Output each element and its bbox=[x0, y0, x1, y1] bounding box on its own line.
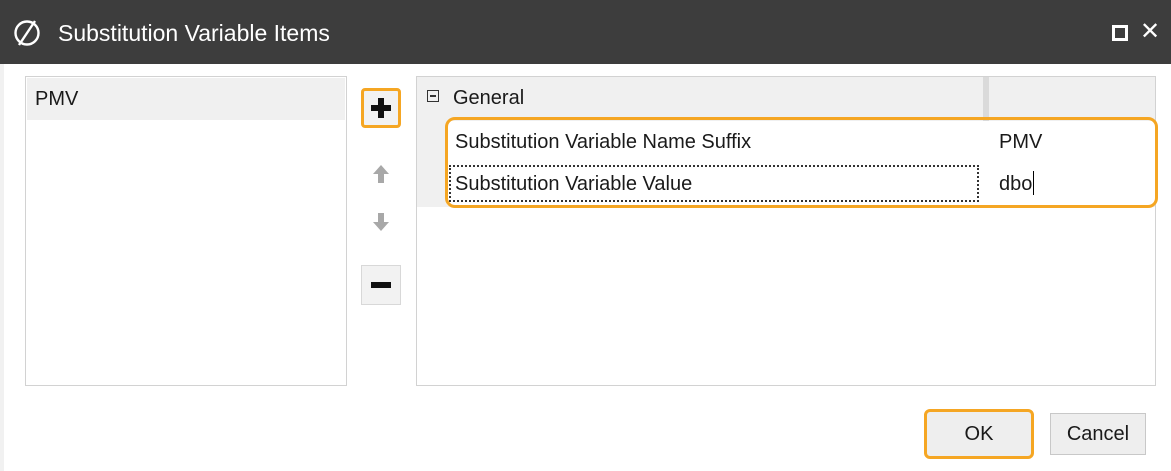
substitution-logo-icon bbox=[14, 20, 40, 46]
move-down-button[interactable] bbox=[361, 202, 401, 242]
list-item-pmv[interactable]: PMV bbox=[27, 78, 345, 120]
property-name: Substitution Variable Name Suffix bbox=[455, 131, 752, 153]
property-row-name-suffix[interactable]: Substitution Variable Name Suffix PMV bbox=[447, 121, 1155, 164]
group-row-general[interactable]: General bbox=[417, 77, 1155, 119]
property-name: Substitution Variable Value bbox=[455, 173, 693, 195]
close-icon: ✕ bbox=[1140, 18, 1161, 45]
add-button[interactable] bbox=[361, 88, 401, 128]
maximize-button[interactable] bbox=[1112, 25, 1128, 41]
maximize-icon bbox=[1112, 25, 1128, 41]
arrow-up-icon bbox=[373, 165, 389, 183]
ok-button[interactable]: OK bbox=[924, 409, 1034, 459]
property-value-editor[interactable]: dbo bbox=[999, 163, 1035, 205]
move-up-button[interactable] bbox=[361, 154, 401, 194]
group-label: General bbox=[453, 87, 525, 109]
window-title: Substitution Variable Items bbox=[58, 20, 330, 46]
plus-icon bbox=[371, 98, 391, 118]
window-edge bbox=[0, 64, 4, 471]
property-value-text: dbo bbox=[999, 173, 1033, 195]
cancel-button[interactable]: Cancel bbox=[1050, 413, 1146, 455]
variable-list[interactable]: PMV bbox=[25, 76, 347, 386]
property-grid[interactable]: General Substitution Variable Name Suffi… bbox=[416, 76, 1156, 386]
list-item-label: PMV bbox=[35, 88, 79, 110]
property-row-value[interactable]: Substitution Variable Value dbo bbox=[447, 163, 1155, 205]
close-button[interactable]: ✕ bbox=[1140, 20, 1160, 44]
remove-button[interactable] bbox=[361, 265, 401, 305]
minus-icon bbox=[371, 282, 391, 288]
title-bar: Substitution Variable Items ✕ bbox=[0, 0, 1171, 64]
collapse-icon[interactable] bbox=[427, 90, 439, 102]
property-value[interactable]: PMV bbox=[999, 121, 1042, 163]
arrow-down-icon bbox=[373, 213, 389, 231]
text-caret bbox=[1033, 171, 1035, 195]
